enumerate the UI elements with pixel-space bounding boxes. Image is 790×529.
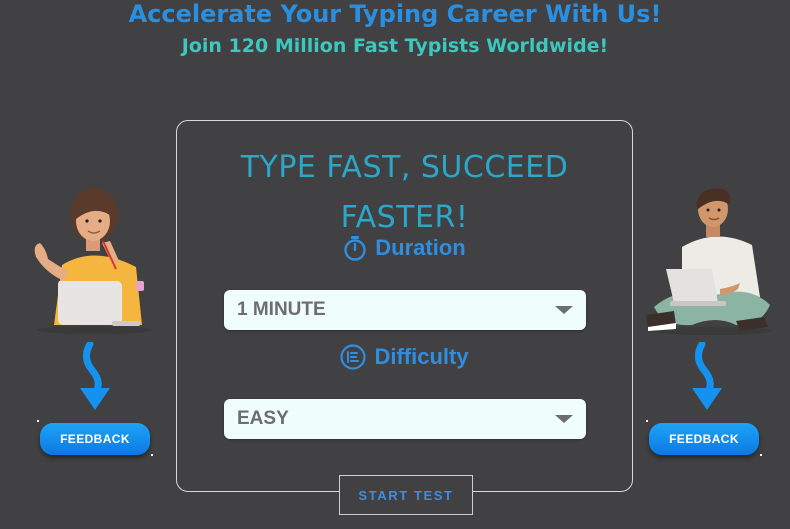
decorative-dot (37, 420, 39, 422)
difficulty-label-row: Difficulty (177, 344, 632, 370)
duration-label: Duration (375, 235, 466, 260)
down-arrow-icon (692, 342, 722, 410)
chevron-down-icon (555, 415, 573, 423)
difficulty-label: Difficulty (374, 344, 469, 369)
decorative-dot (151, 454, 153, 456)
subheadline: Join 120 Million Fast Typists Worldwide! (181, 35, 609, 57)
list-circle-icon (340, 344, 367, 370)
decorative-dot (646, 420, 648, 422)
down-arrow-icon (80, 342, 110, 410)
test-setup-card: TYPE FAST, SUCCEED FASTER! Duration 1 MI… (176, 120, 633, 492)
difficulty-select[interactable]: EASY (224, 399, 586, 439)
stopwatch-icon (344, 236, 366, 261)
feedback-button-right[interactable]: FEEDBACK (649, 423, 759, 455)
headline: Accelerate Your Typing Career With Us! (128, 0, 662, 28)
duration-label-row: Duration (177, 235, 632, 261)
start-test-button[interactable]: START TEST (339, 475, 473, 515)
chevron-down-icon (555, 306, 573, 314)
woman-with-laptop-illustration (34, 188, 152, 334)
decorative-dot (760, 454, 762, 456)
duration-select[interactable]: 1 MINUTE (224, 290, 586, 330)
feedback-button-left[interactable]: FEEDBACK (40, 423, 150, 455)
card-title: TYPE FAST, SUCCEED FASTER! (240, 150, 569, 235)
duration-selected-value: 1 MINUTE (237, 299, 326, 320)
difficulty-selected-value: EASY (237, 408, 289, 429)
man-with-laptop-illustration (646, 188, 772, 335)
